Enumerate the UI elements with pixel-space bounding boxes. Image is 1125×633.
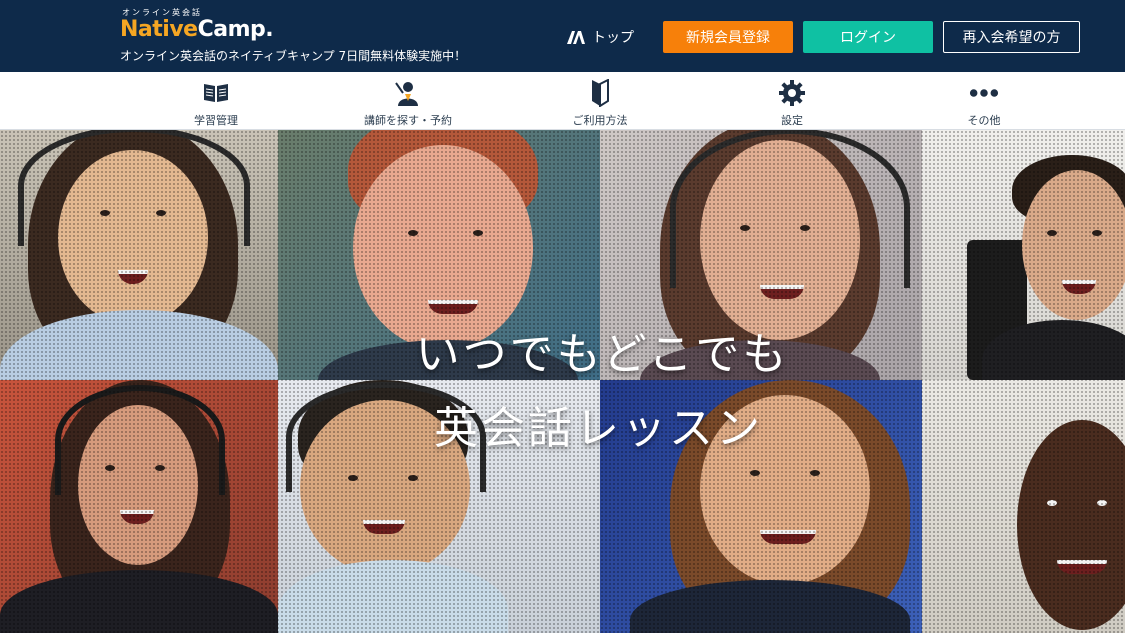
menu-label: 講師を探す・予約 bbox=[364, 114, 452, 127]
menu-label: ご利用方法 bbox=[572, 114, 628, 127]
top-logo-icon bbox=[567, 31, 585, 44]
beginner-mark-icon bbox=[585, 78, 615, 108]
menu-item-how-to-use[interactable]: ご利用方法 bbox=[566, 72, 634, 130]
site-logo[interactable]: オンライン英会話 NativeCamp. bbox=[120, 8, 274, 42]
hero-headline-line1: いつでもどこでも bbox=[415, 329, 790, 380]
main-menu: 学習管理 講師を探す・予約 ご利用方法 設定 その他 bbox=[0, 72, 1125, 130]
more-dots-icon bbox=[969, 78, 999, 108]
menu-item-study-management[interactable]: 学習管理 bbox=[180, 72, 252, 130]
logo-subtitle: オンライン英会話 bbox=[122, 8, 202, 17]
gear-icon bbox=[777, 78, 807, 108]
book-icon bbox=[201, 78, 231, 108]
menu-label: 学習管理 bbox=[194, 114, 238, 127]
menu-item-find-teacher[interactable]: 講師を探す・予約 bbox=[355, 72, 461, 130]
nav-top-link[interactable]: トップ bbox=[566, 27, 634, 47]
login-button[interactable]: ログイン bbox=[803, 21, 933, 53]
menu-label: その他 bbox=[967, 114, 1001, 127]
rejoin-button[interactable]: 再入会希望の方 bbox=[943, 21, 1080, 53]
header-tagline: オンライン英会話のネイティブキャンプ 7日間無料体験実施中！ bbox=[120, 49, 467, 63]
hero-banner: いつでもどこでも 英会話レッスン bbox=[0, 130, 1125, 633]
nav-top-label: トップ bbox=[592, 30, 634, 46]
menu-item-other[interactable]: その他 bbox=[961, 72, 1007, 130]
logo-wordmark: NativeCamp. bbox=[120, 17, 274, 42]
site-header: オンライン英会話 NativeCamp. オンライン英会話のネイティブキャンプ … bbox=[0, 0, 1125, 72]
logo-native-text: Native bbox=[120, 17, 198, 42]
teacher-icon bbox=[393, 78, 423, 108]
menu-label: 設定 bbox=[781, 114, 803, 127]
logo-camp-text: Camp. bbox=[197, 17, 274, 42]
menu-item-settings[interactable]: 設定 bbox=[772, 72, 812, 130]
hero-headline-line2: 英会話レッスン bbox=[434, 403, 763, 454]
register-button[interactable]: 新規会員登録 bbox=[663, 21, 793, 53]
